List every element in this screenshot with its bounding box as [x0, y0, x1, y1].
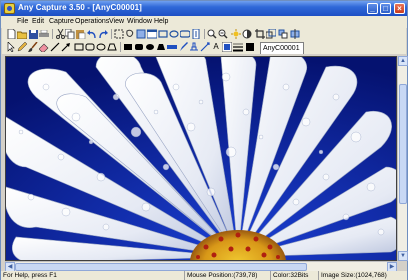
- status-color-depth: Color:32Bits: [270, 271, 318, 280]
- region-capture-icon[interactable]: [158, 29, 168, 39]
- menu-view[interactable]: View: [109, 18, 124, 25]
- menu-help[interactable]: Help: [154, 18, 168, 25]
- status-image-size: Image Size:(1024,768): [318, 271, 407, 280]
- open-icon[interactable]: [17, 29, 27, 39]
- status-bar: For Help, press F1 Mouse Position:(739,7…: [1, 271, 407, 280]
- maximize-button[interactable]: □: [380, 3, 391, 14]
- crop-icon[interactable]: [255, 29, 265, 39]
- filled-polygon-icon[interactable]: [156, 42, 166, 52]
- paste-icon[interactable]: [76, 29, 86, 39]
- image-canvas[interactable]: [5, 56, 397, 261]
- filled-rectangle-icon[interactable]: [123, 42, 133, 52]
- eraser-icon[interactable]: [39, 42, 49, 52]
- close-button[interactable]: ×: [394, 3, 405, 14]
- toolbar-separator: [120, 42, 121, 52]
- print-icon[interactable]: [39, 29, 49, 39]
- resize-icon[interactable]: [266, 29, 276, 39]
- vertical-scroll-thumb[interactable]: [399, 84, 407, 204]
- brightness-icon[interactable]: [231, 29, 241, 39]
- drawing-toolbar: A: [2, 41, 406, 54]
- pencil-icon[interactable]: [17, 42, 27, 52]
- polygon-icon[interactable]: [107, 42, 117, 52]
- window-title: Any Capture 3.50 - [AnyC00001]: [18, 3, 142, 12]
- color-picker-icon[interactable]: [222, 42, 232, 52]
- status-mouse-position: Mouse Position:(739,78): [184, 271, 270, 280]
- stamp-icon[interactable]: [189, 42, 199, 52]
- menu-file[interactable]: File: [17, 18, 28, 25]
- app-window: Any Capture 3.50 - [AnyC00001] _ □ × Fil…: [0, 0, 408, 280]
- fill-color-icon[interactable]: [245, 42, 255, 52]
- marker-icon[interactable]: [178, 42, 188, 52]
- horizontal-scroll-thumb[interactable]: [15, 263, 307, 271]
- freehand-capture-icon[interactable]: [180, 29, 190, 39]
- brush-icon[interactable]: [28, 42, 38, 52]
- toolbar-separator: [204, 29, 205, 39]
- filled-rounded-rectangle-icon[interactable]: [134, 42, 144, 52]
- minimize-button[interactable]: _: [367, 3, 378, 14]
- scroll-capture-icon[interactable]: [191, 29, 201, 39]
- redo-icon[interactable]: [98, 29, 108, 39]
- main-toolbar: [2, 28, 406, 41]
- ellipse-capture-icon[interactable]: [169, 29, 179, 39]
- document-tab[interactable]: AnyC00001: [260, 42, 304, 54]
- new-icon[interactable]: [6, 29, 16, 39]
- copy-icon[interactable]: [65, 29, 75, 39]
- pen-icon[interactable]: [200, 42, 210, 52]
- ellipse-icon[interactable]: [96, 42, 106, 52]
- zoom-out-icon[interactable]: [218, 29, 228, 39]
- status-help: For Help, press F1: [3, 272, 57, 279]
- window-capture-icon[interactable]: [147, 29, 157, 39]
- save-icon[interactable]: [28, 29, 38, 39]
- select-icon[interactable]: [114, 29, 124, 39]
- menu-edit[interactable]: Edit: [32, 18, 44, 25]
- scroll-up-icon[interactable]: ▲: [398, 56, 408, 66]
- cursor-icon[interactable]: [6, 42, 16, 52]
- toolbar-separator: [52, 29, 53, 39]
- vertical-scrollbar[interactable]: ▲ ▼: [397, 56, 408, 261]
- contrast-icon[interactable]: [242, 29, 252, 39]
- cut-icon[interactable]: [55, 29, 65, 39]
- flip-icon[interactable]: [290, 29, 300, 39]
- menu-bar: File Edit Capture Operations View Window…: [1, 16, 407, 28]
- fullscreen-capture-icon[interactable]: [136, 29, 146, 39]
- captured-flower-image: [6, 57, 396, 260]
- toolbar-separator: [111, 29, 112, 39]
- menu-operations[interactable]: Operations: [75, 18, 109, 25]
- arrow-icon[interactable]: [61, 42, 71, 52]
- line-width-icon[interactable]: [233, 42, 243, 52]
- lasso-icon[interactable]: [125, 29, 135, 39]
- filled-ellipse-icon[interactable]: [145, 42, 155, 52]
- text-icon[interactable]: A: [211, 42, 221, 52]
- highlight-icon[interactable]: [167, 42, 177, 52]
- menu-capture[interactable]: Capture: [49, 18, 74, 25]
- undo-icon[interactable]: [87, 29, 97, 39]
- title-bar[interactable]: Any Capture 3.50 - [AnyC00001] _ □ ×: [1, 1, 407, 16]
- line-icon[interactable]: [50, 42, 60, 52]
- zoom-in-icon[interactable]: [207, 29, 217, 39]
- app-icon[interactable]: [4, 3, 15, 14]
- rotate-icon[interactable]: [278, 29, 288, 39]
- rounded-rectangle-icon[interactable]: [85, 42, 95, 52]
- menu-window[interactable]: Window: [127, 18, 152, 25]
- scroll-down-icon[interactable]: ▼: [398, 251, 408, 261]
- rectangle-icon[interactable]: [74, 42, 84, 52]
- horizontal-scrollbar[interactable]: ◀ ▶: [5, 261, 397, 272]
